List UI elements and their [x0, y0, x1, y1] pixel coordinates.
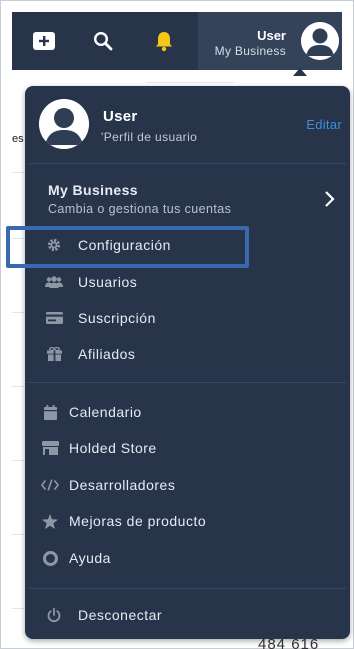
calendar-icon — [41, 403, 59, 421]
menu-item-usuarios[interactable]: Usuarios — [25, 265, 350, 299]
menu-item-calendario[interactable]: Calendario — [25, 395, 350, 429]
menu-divider — [29, 382, 346, 383]
top-bar: User My Business — [12, 12, 342, 70]
profile-avatar — [39, 99, 89, 149]
menu-item-label: Calendario — [69, 404, 142, 420]
power-icon — [45, 606, 63, 624]
topbar-user-name: User — [257, 28, 286, 43]
menu-divider — [29, 588, 346, 589]
store-icon — [41, 439, 59, 457]
bell-icon[interactable] — [147, 12, 181, 70]
menu-item-label: Afiliados — [78, 346, 136, 362]
help-icon — [41, 549, 59, 567]
avatar — [301, 22, 339, 60]
menu-item-mejoras-de-producto[interactable]: Mejoras de producto — [25, 504, 350, 538]
menu-item-ayuda[interactable]: Ayuda — [25, 541, 350, 575]
highlight-box — [6, 226, 249, 268]
logout-button[interactable]: Desconectar — [25, 598, 350, 632]
user-menu-toggle[interactable]: User My Business — [198, 12, 342, 70]
menu-divider — [29, 163, 346, 164]
user-dropdown-menu: User 'Perfil de usuario Editar My Busine… — [25, 86, 350, 639]
logout-label: Desconectar — [78, 607, 163, 623]
edit-profile-link[interactable]: Editar — [306, 117, 342, 132]
add-icon[interactable] — [27, 12, 61, 70]
background-divider — [12, 386, 24, 387]
users-icon — [45, 273, 63, 291]
background-text-fragment: es — [12, 133, 24, 145]
menu-item-label: Usuarios — [78, 274, 138, 290]
menu-item-desarrolladores[interactable]: Desarrolladores — [25, 468, 350, 502]
profile-subtitle: 'Perfil de usuario — [101, 130, 198, 144]
background-divider — [12, 460, 24, 461]
menu-item-label: Desarrolladores — [69, 477, 176, 493]
credit-card-icon — [45, 309, 63, 327]
gift-icon — [45, 345, 63, 363]
menu-item-label: Ayuda — [69, 550, 111, 566]
topbar-business-name: My Business — [214, 44, 286, 58]
background-divider — [12, 534, 24, 535]
business-subtitle: Cambia o gestiona tus cuentas — [48, 202, 232, 216]
dropdown-caret — [293, 68, 307, 76]
code-icon — [41, 476, 59, 494]
switch-business-button[interactable]: My Business Cambia o gestiona tus cuenta… — [25, 178, 350, 220]
background-divider — [12, 172, 24, 173]
menu-item-label: Suscripción — [78, 310, 156, 326]
search-icon[interactable] — [86, 12, 120, 70]
background-divider — [12, 312, 24, 313]
star-icon — [41, 512, 59, 530]
menu-item-label: Mejoras de producto — [69, 513, 207, 529]
menu-item-suscripcion[interactable]: Suscripción — [25, 301, 350, 335]
background-divider — [146, 82, 234, 83]
menu-item-holded-store[interactable]: Holded Store — [25, 431, 350, 465]
menu-item-afiliados[interactable]: Afiliados — [25, 337, 350, 371]
chevron-right-icon — [324, 190, 336, 208]
background-divider — [12, 608, 24, 609]
profile-name: User — [103, 108, 138, 125]
business-title: My Business — [48, 182, 138, 198]
menu-item-label: Holded Store — [69, 440, 157, 456]
